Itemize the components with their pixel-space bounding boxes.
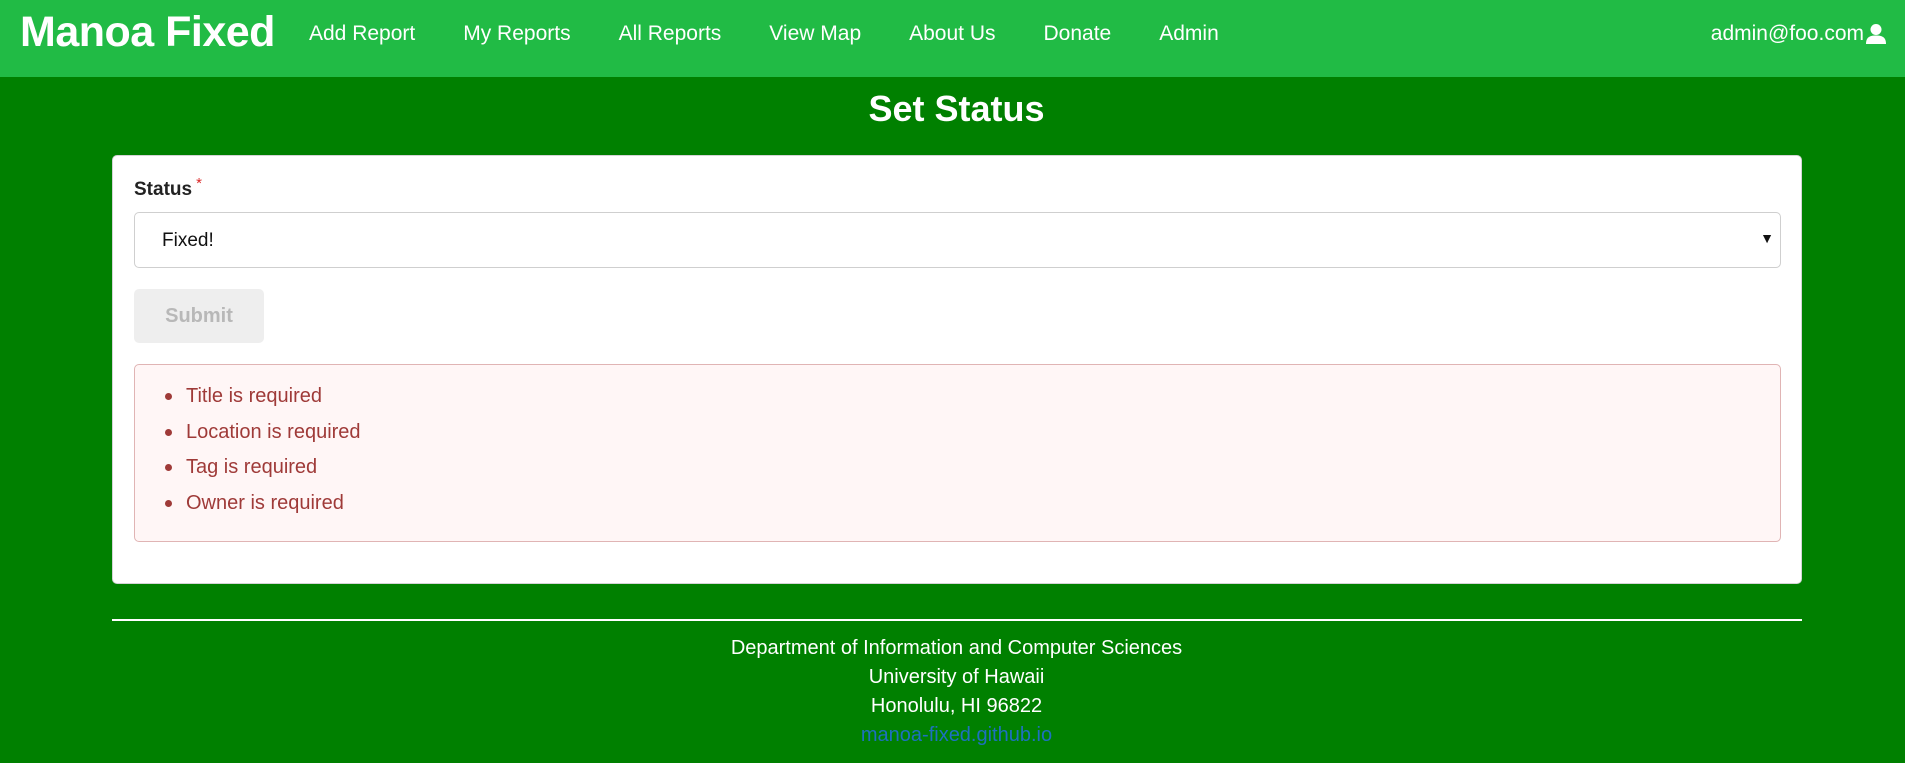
error-text: Owner is required <box>186 491 344 514</box>
footer-university: University of Hawaii <box>868 666 1045 688</box>
bullet-icon <box>165 428 172 436</box>
footer-department: Department of Information and Computer S… <box>730 637 1183 659</box>
footer-website-link[interactable]: manoa-fixed.github.io <box>0 721 1905 750</box>
footer-address: Honolulu, HI 96822 <box>870 695 1043 717</box>
user-email: admin@foo.com <box>1710 22 1864 45</box>
nav-link-donate[interactable]: Donate <box>1044 22 1112 46</box>
error-item-title: Title is required <box>165 384 361 420</box>
nav-link-my-reports[interactable]: My Reports <box>463 22 570 46</box>
nav-link-admin[interactable]: Admin <box>1159 22 1219 46</box>
status-select-value: Fixed! <box>162 230 214 251</box>
page-title: Set Status <box>868 88 1045 129</box>
nav-link-view-map[interactable]: View Map <box>769 22 861 46</box>
error-message-box: Title is required Location is required T… <box>134 364 1781 542</box>
brand-logo[interactable]: Manoa Fixed <box>20 8 275 57</box>
bullet-icon <box>165 499 172 507</box>
status-label-text: Status <box>134 179 193 200</box>
error-text: Tag is required <box>186 456 318 478</box>
error-text: Location is required <box>186 420 361 443</box>
error-text: Title is required <box>186 385 322 407</box>
set-status-form-card: Status * Fixed! ▼ Submit Title is require… <box>112 155 1802 584</box>
status-field-label: Status * <box>134 175 202 201</box>
status-select[interactable]: Fixed! ▼ <box>134 212 1781 268</box>
error-item-location: Location is required <box>165 420 361 456</box>
bullet-icon <box>165 464 172 471</box>
submit-button[interactable]: Submit <box>134 289 264 343</box>
nav-link-about-us[interactable]: About Us <box>909 22 995 46</box>
user-menu[interactable]: admin@foo.com <box>1711 0 1887 68</box>
user-icon <box>1865 23 1887 45</box>
footer: Department of Information and Computer S… <box>0 634 1905 750</box>
nav-link-all-reports[interactable]: All Reports <box>619 22 722 46</box>
error-list: Title is required Location is required T… <box>165 384 361 526</box>
nav-link-add-report[interactable]: Add Report <box>309 22 415 46</box>
dropdown-arrow-icon: ▼ <box>1760 230 1774 246</box>
error-item-tag: Tag is required <box>165 455 361 491</box>
top-navbar: Manoa Fixed Add Report My Reports All Re… <box>0 0 1905 77</box>
footer-divider <box>112 619 1802 621</box>
bullet-icon <box>165 393 172 400</box>
error-item-owner: Owner is required <box>165 491 361 527</box>
nav-links: Add Report My Reports All Reports View M… <box>309 0 1267 68</box>
required-marker: * <box>196 175 202 192</box>
